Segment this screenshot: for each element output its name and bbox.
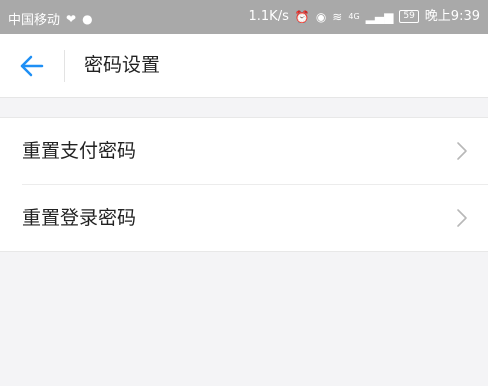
back-arrow-icon [20, 55, 44, 77]
battery-icon: 59 [399, 10, 419, 23]
wifi-icon: ≋ [332, 9, 343, 24]
chevron-right-icon [457, 209, 467, 227]
status-right: 1.1K/s ⏰ ◉ ≋ 4G ▂▄▆ 59 晚上9:39 [249, 9, 481, 24]
status-time: 晚上9:39 [424, 8, 480, 24]
back-button[interactable] [14, 50, 50, 82]
nav-bar: 密码设置 [0, 34, 488, 98]
status-bar: 中国移动 ❤ ● 1.1K/s ⏰ ◉ ≋ 4G ▂▄▆ 59 晚上9:39 [0, 0, 488, 34]
list-item-label: 重置登录密码 [22, 207, 137, 229]
network-speed: 1.1K/s [248, 9, 289, 24]
list-item-label: 重置支付密码 [22, 140, 137, 162]
notification-icon: ● [82, 11, 93, 26]
eye-icon: ◉ [315, 9, 327, 24]
status-left: 中国移动 ❤ ● [8, 9, 93, 29]
nav-divider [64, 50, 65, 82]
network-type: 4G [348, 11, 360, 21]
settings-list: 重置支付密码 重置登录密码 [0, 117, 488, 252]
chevron-right-icon [457, 142, 467, 160]
heart-icon: ❤ [66, 11, 77, 26]
signal-icon: ▂▄▆ [365, 9, 394, 24]
reset-login-password-item[interactable]: 重置登录密码 [22, 184, 488, 251]
page-title: 密码设置 [84, 54, 161, 76]
carrier-label: 中国移动 [8, 13, 61, 28]
reset-payment-password-item[interactable]: 重置支付密码 [0, 118, 488, 184]
alarm-icon: ⏰ [294, 9, 310, 24]
